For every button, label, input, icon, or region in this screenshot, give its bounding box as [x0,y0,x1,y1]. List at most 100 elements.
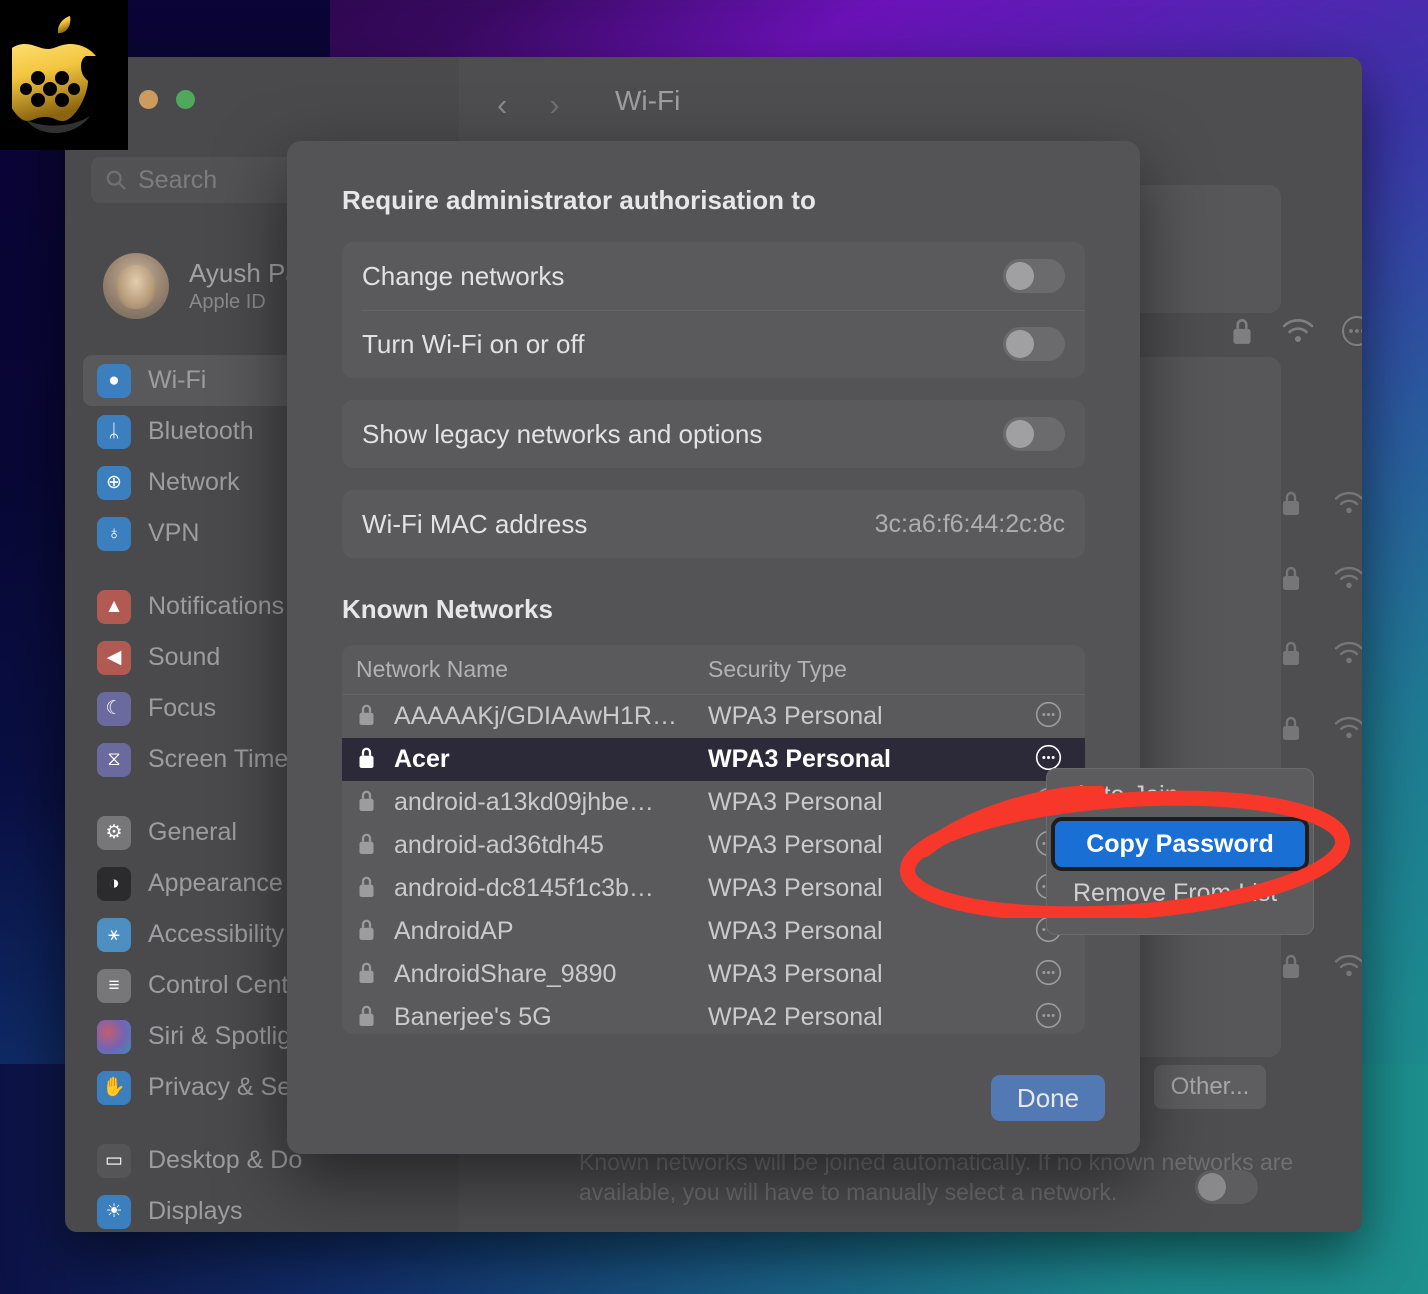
row-legacy-networks[interactable]: Show legacy networks and options [342,400,1085,468]
lock-icon [356,831,394,861]
lock-icon [1283,641,1299,665]
sidebar-item-label: Notifications [148,592,285,620]
table-header: Network Name Security Type [342,645,1085,695]
sidebar-item-label: General [148,818,237,846]
network-name-cell: AAAAAKj/GDIAAwH1R… [394,702,677,730]
sidebar-item-label: Desktop & Do [148,1146,303,1174]
more-options-icon[interactable] [1035,701,1065,733]
security-type-cell: WPA3 Personal [708,702,883,730]
bluetooth-icon: ᛦ [97,414,131,449]
row-turn-wifi[interactable]: Turn Wi-Fi on or off [342,310,1085,378]
speaker-icon: ◀ [97,640,131,675]
context-menu-item-copy-password[interactable]: Copy Password [1051,817,1309,871]
sidebar-item-displays[interactable]: ☀ Displays [83,1186,441,1232]
other-networks-button[interactable]: Other... [1154,1065,1266,1109]
more-options-icon[interactable] [1035,959,1065,991]
globe-icon: ⊕ [97,465,131,500]
sidebar-item-label: Screen Time [148,745,289,773]
wifi-icon [1334,716,1362,739]
wifi-advanced-sheet: Require administrator authorisation to C… [287,141,1140,1154]
security-type-cell: WPA3 Personal [708,745,891,773]
sidebar-item-label: VPN [148,519,200,547]
network-name-cell: Acer [394,745,450,773]
wifi-row-icons-1 [1229,315,1362,347]
search-placeholder: Search [138,165,218,194]
wifi-row-icons-3 [1279,564,1362,592]
lock-icon [1283,491,1299,515]
table-row[interactable]: AndroidShare_9890 WPA3 Personal [342,953,1085,996]
lock-icon [1283,566,1299,590]
known-networks-heading: Known Networks [342,594,553,624]
sidebar-item-label: Control Centr [148,971,297,999]
column-security-type: Security Type [708,656,847,682]
display-brightness-icon: ☀ [97,1194,131,1229]
row-change-networks[interactable]: Change networks [342,242,1085,310]
table-row[interactable]: AAAAAKj/GDIAAwH1R… WPA3 Personal [342,695,1085,738]
sidebar-item-label: Sound [148,643,221,671]
change-networks-toggle[interactable] [1003,259,1065,293]
legacy-networks-label: Show legacy networks and options [362,418,763,449]
wifi-icon [1282,319,1314,342]
wifi-row-icons-6 [1279,952,1362,980]
wifi-icon [1334,566,1362,589]
table-row[interactable]: AndroidAP WPA3 Personal [342,910,1085,953]
context-menu-item-remove-from-list[interactable]: Remove From List [1047,867,1313,919]
traffic-lights [139,90,195,109]
column-network-name: Network Name [356,656,509,682]
moon-icon: ☾ [97,691,131,726]
table-row[interactable]: android-dc8145f1c3b… WPA3 Personal [342,867,1085,910]
sidebar-item-label: Displays [148,1197,243,1225]
gear-icon: ⚙ [97,815,131,850]
row-mac-address: Wi-Fi MAC address 3c:a6:f6:44:2c:8c [342,490,1085,558]
search-icon [106,170,126,190]
security-type-cell: WPA3 Personal [708,960,883,988]
control-centre-icon: ≡ [97,968,131,1003]
security-type-cell: WPA3 Personal [708,788,883,816]
table-row[interactable]: Banerjee's 5G WPA2 Personal [342,996,1085,1034]
wifi-row-icons-4 [1279,639,1362,667]
sidebar-item-label: Focus [148,694,217,722]
contrast-icon: ◑ [97,866,131,901]
turn-wifi-label: Turn Wi-Fi on or off [362,328,585,359]
sidebar-item-label: Bluetooth [148,417,254,445]
minimize-button[interactable] [139,90,158,109]
desktop-dock-icon: ▭ [97,1143,131,1178]
wifi-icon [1334,641,1362,664]
sidebar-item-label: Siri & Spotligh [148,1022,306,1050]
sidebar-item-label: Network [148,468,240,496]
mac-address-label: Wi-Fi MAC address [362,508,588,539]
lock-icon [356,874,394,904]
table-row[interactable]: Acer WPA3 Personal [342,738,1085,781]
apple-logo-icon [12,16,96,134]
security-type-cell: WPA3 Personal [708,917,883,945]
wifi-icon [1334,954,1362,977]
sidebar-item-label: Appearance [148,869,283,897]
more-options-icon[interactable] [1341,315,1362,347]
more-options-icon[interactable] [1035,1002,1065,1034]
network-name-cell: android-a13kd09jhbe… [394,788,654,816]
network-context-menu: Auto-Join Copy Password Remove From List [1046,768,1314,935]
legacy-networks-toggle[interactable] [1003,417,1065,451]
accessibility-icon: ⚹ [97,917,131,952]
vpn-globe-icon: ♁ [97,516,131,551]
turn-wifi-toggle[interactable] [1003,327,1065,361]
known-networks-hint: Known networks will be joined automatica… [579,1149,1294,1206]
done-button[interactable]: Done [991,1075,1105,1121]
lock-icon [356,960,394,990]
network-name-cell: android-ad36tdh45 [394,831,604,859]
table-row[interactable]: android-ad36tdh45 WPA3 Personal [342,824,1085,867]
security-type-cell: WPA2 Personal [708,1003,883,1031]
zoom-button[interactable] [176,90,195,109]
mac-group: Wi-Fi MAC address 3c:a6:f6:44:2c:8c [342,490,1085,558]
lock-icon [356,1003,394,1033]
security-type-cell: WPA3 Personal [708,874,883,902]
lock-icon [1283,954,1299,978]
hourglass-icon: ⧖ [97,742,131,777]
wifi-icon: ● [97,363,131,398]
wifi-row-icons-2 [1279,489,1362,517]
apple-logo-badge [0,0,128,150]
context-menu-item-auto-join[interactable]: Auto-Join [1047,769,1313,821]
legacy-group: Show legacy networks and options [342,400,1085,468]
screenshot-root: ‹ › Wi-Fi Search Ayush Pat Apple ID ● Wi-… [0,0,1428,1294]
table-row[interactable]: android-a13kd09jhbe… WPA3 Personal [342,781,1085,824]
